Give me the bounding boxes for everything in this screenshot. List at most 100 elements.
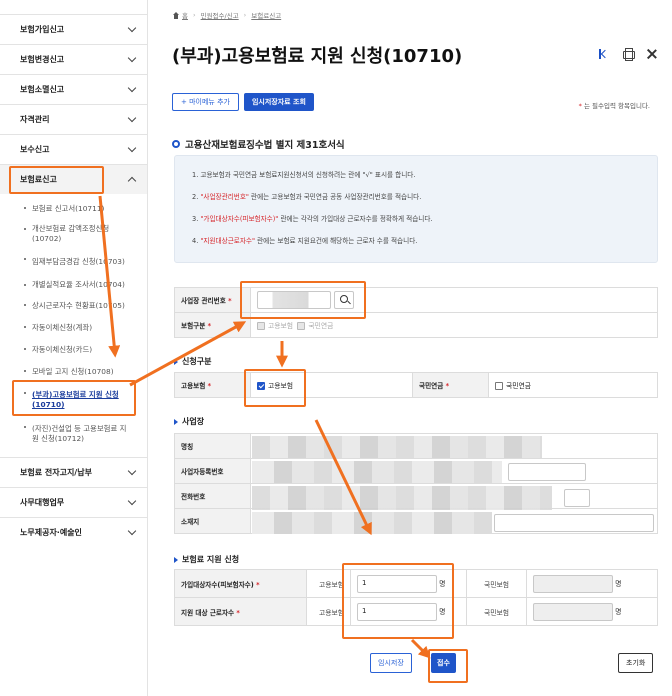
sidebar-item-premium-report[interactable]: 보험료신고	[0, 164, 147, 194]
instruction-line: 1. 고용보험과 국민연금 보험료지원신청서의 신청하려는 란에 "√" 표시를…	[192, 171, 416, 179]
support-table: 가입대상자수(피보험자수) * 고용보험 1 명 국민보험 명 지원 대상 근로…	[174, 569, 658, 626]
breadcrumb-level2[interactable]: 보험료신고	[251, 10, 281, 20]
sidebar-subitem[interactable]: (자진)건설업 등 고용보험료 지원 신청(10712)	[0, 417, 147, 451]
breadcrumb-level1[interactable]: 민원접수/신고	[201, 10, 239, 20]
instructions-box: 1. 고용보험과 국민연금 보험료지원신청서의 신청하려는 란에 "√" 표시를…	[174, 155, 658, 263]
target-pension-cell: 명	[526, 597, 658, 626]
instruction-line: 2. "사업장관리번호" 란에는 고용보험과 국민연금 공동 사업장관리번호를 …	[192, 191, 657, 213]
support-heading: 보험료 지원 신청	[174, 554, 239, 565]
back-icon[interactable]	[598, 48, 610, 60]
reset-button[interactable]: 초기화	[618, 653, 654, 673]
address-label-text: 소재지	[181, 518, 200, 526]
site-heading: 사업장	[174, 416, 204, 427]
insured-pension-input[interactable]	[533, 574, 613, 593]
sidebar-subitem[interactable]: 자동이체신청(계좌)	[0, 317, 147, 339]
instruction-highlight: "지원대상근로자수"	[200, 237, 255, 245]
sidebar-submenu: 보험료 신고서(10711) 개산보험료 감액조정신청 (10702) 임재부담…	[0, 194, 147, 453]
apply-pension-checkbox[interactable]	[495, 382, 503, 390]
business-number-table: 사업장 관리번호 * 보험구분 * 고용보험 국민연금	[174, 287, 658, 338]
sidebar-subitem[interactable]: 개산보험료 감액조정신청 (10702)	[0, 219, 147, 249]
insured-emp-cell: 1 명	[350, 569, 467, 598]
required-mark: *	[207, 382, 212, 390]
redacted-phone	[252, 486, 552, 510]
breadcrumb-home[interactable]: 홈	[182, 10, 188, 20]
sidebar-subitem[interactable]: 임재부담금경감 신청(10703)	[0, 249, 147, 275]
ins-type-cell: 고용보험 국민연금	[250, 312, 658, 338]
sidebar-subitem[interactable]: 모바일 고지 신청(10708)	[0, 361, 147, 383]
instruction-line: 4. "지원대상근로자수" 란에는 보험료 지원요건에 해당하는 근로자 수를 …	[192, 235, 657, 257]
sidebar-item-label: 보험가입신고	[20, 25, 65, 34]
sidebar-item-label: 보험소멸신고	[20, 85, 65, 94]
sidebar: 보험가입신고 보험변경신고 보험소멸신고 자격관리 보수신고 보험료신고 보험료…	[0, 0, 148, 696]
sidebar-item-insurance-change[interactable]: 보험변경신고	[0, 44, 147, 74]
sidebar-item-label: 자격관리	[20, 115, 50, 124]
chevron-down-icon	[128, 25, 137, 34]
biz-no-label: 사업장 관리번호 *	[174, 287, 251, 313]
target-emp-cell: 1 명	[350, 597, 467, 626]
form-section-title: 고용산재보험료징수법 별지 제31호서식	[172, 137, 345, 151]
sidebar-item-labor-provider[interactable]: 노무제공자·예술인	[0, 517, 147, 547]
business-number-input[interactable]	[257, 291, 331, 309]
sidebar-item-e-billing[interactable]: 보험료 전자고지/납부	[0, 457, 147, 487]
site-name-label-text: 명칭	[181, 443, 194, 451]
redacted-address	[252, 512, 492, 534]
sidebar-item-label: 사무대행업무	[20, 498, 65, 507]
sidebar-subitem[interactable]: 상시근로자수 현황표(10705)	[0, 295, 147, 317]
breadcrumb: 홈 › 민원접수/신고 › 보험료신고	[172, 10, 281, 20]
checkbox-label: 국민연금	[308, 322, 334, 330]
instruction-text: 란에는 보험료 지원요건에 해당하는 근로자 수를 적습니다.	[255, 237, 418, 245]
sidebar-item-wage-report[interactable]: 보수신고	[0, 134, 147, 164]
sidebar-item-label: 노무제공자·예술인	[20, 528, 82, 537]
sidebar-subitem-current[interactable]: (부과)고용보험료 지원 신청(10710)	[0, 383, 147, 417]
phone-input[interactable]	[564, 489, 590, 507]
sidebar-item-agency[interactable]: 사무대행업무	[0, 487, 147, 517]
instruction-highlight: "가입대상자수(피보험자수)"	[200, 215, 279, 223]
insured-count-input[interactable]: 1	[357, 574, 437, 593]
unit-label: 명	[615, 607, 622, 616]
insured-pension-cell: 명	[526, 569, 658, 598]
chevron-down-icon	[128, 85, 137, 94]
required-note-text: 는 필수입력 항목입니다.	[584, 102, 650, 110]
sidebar-subitem[interactable]: 보험료 신고서(10711)	[0, 198, 147, 219]
print-icon[interactable]	[622, 48, 635, 61]
support-heading-text: 보험료 지원 신청	[182, 555, 240, 564]
target-count-label: 지원 대상 근로자수 *	[174, 597, 307, 626]
home-icon[interactable]	[172, 11, 179, 19]
required-mark: *	[228, 297, 232, 305]
biz-no-label-text: 사업장 관리번호	[181, 297, 226, 305]
sidebar-item-label: 보험료신고	[20, 175, 57, 184]
triangle-icon	[174, 556, 178, 563]
phone-label-text: 전화번호	[181, 493, 206, 501]
ins-type-pension-checkbox[interactable]	[297, 322, 306, 330]
ins-type-emp-checkbox[interactable]	[257, 322, 265, 330]
instruction-highlight: "사업장관리번호"	[200, 193, 249, 201]
emp-ins-label: 고용보험 *	[174, 372, 251, 398]
submit-button[interactable]: 접수	[431, 653, 456, 673]
chevron-down-icon	[128, 528, 137, 537]
temp-data-lookup-button[interactable]: 임시저장자료 조회	[243, 93, 314, 111]
close-icon[interactable]	[646, 48, 658, 60]
apply-emp-ins-checkbox[interactable]	[257, 382, 265, 390]
sidebar-item-insurance-join[interactable]: 보험가입신고	[0, 14, 147, 44]
emp-ins-label-text: 고용보험	[181, 382, 206, 390]
required-mark: *	[256, 580, 260, 589]
checkbox-label: 고용보험	[268, 382, 294, 390]
sidebar-item-insurance-termination[interactable]: 보험소멸신고	[0, 74, 147, 104]
temp-save-button[interactable]: 임시저장	[370, 653, 412, 673]
add-my-menu-button[interactable]: + 마이메뉴 추가	[172, 93, 239, 111]
sidebar-item-label: 보험료 전자고지/납부	[20, 468, 92, 477]
triangle-icon	[174, 418, 178, 425]
address-input[interactable]	[494, 514, 654, 532]
reg-no-input[interactable]	[508, 463, 586, 481]
sidebar-item-qualification[interactable]: 자격관리	[0, 104, 147, 134]
breadcrumb-separator: ›	[192, 11, 196, 19]
sidebar-subitem[interactable]: 개별실적요율 조사서(10704)	[0, 275, 147, 295]
insured-pension-label: 국민보험	[466, 569, 527, 598]
checkbox-label: 고용보험	[268, 322, 294, 330]
search-icon[interactable]	[334, 291, 354, 309]
target-count-input[interactable]: 1	[357, 602, 437, 621]
target-pension-input[interactable]	[533, 602, 613, 621]
sidebar-subitem[interactable]: 자동이체신청(카드)	[0, 339, 147, 361]
page-title: (부과)고용보험료 지원 신청(10710)	[172, 46, 463, 67]
insured-count-label: 가입대상자수(피보험자수) *	[174, 569, 307, 598]
